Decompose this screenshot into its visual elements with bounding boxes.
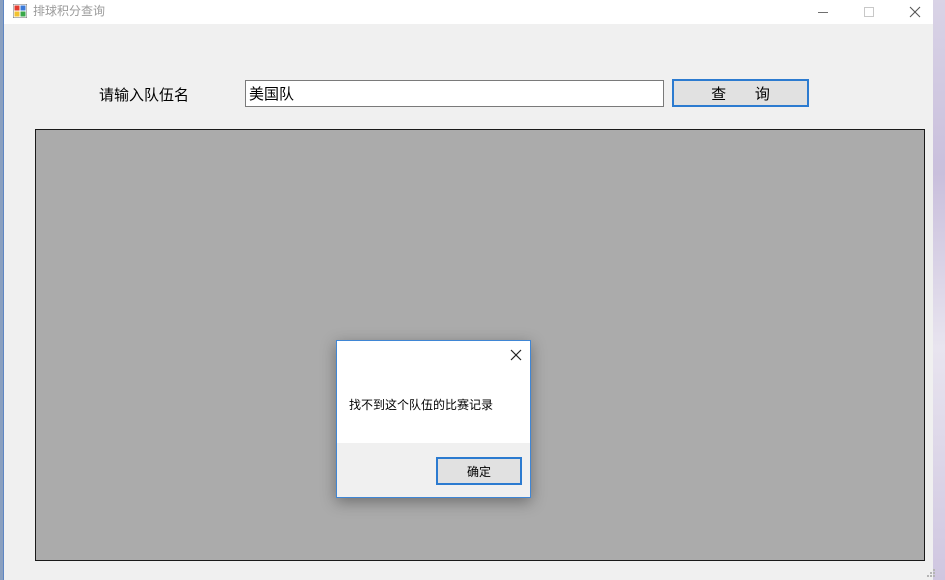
close-button[interactable]: [892, 0, 938, 24]
ok-button[interactable]: 确定: [436, 457, 522, 485]
desktop-background-right: [932, 0, 945, 580]
dialog-footer: 确定: [337, 443, 530, 497]
close-icon: [909, 6, 921, 18]
team-name-label: 请输入队伍名: [99, 86, 190, 104]
close-icon: [510, 349, 522, 361]
maximize-button[interactable]: [846, 0, 892, 24]
dialog-message: 找不到这个队伍的比赛记录: [349, 398, 494, 412]
query-button[interactable]: 查 询: [672, 79, 809, 107]
message-dialog: 找不到这个队伍的比赛记录 确定: [336, 340, 531, 498]
app-icon: [13, 4, 27, 18]
team-name-input[interactable]: [245, 80, 664, 107]
resize-grip-icon[interactable]: [926, 568, 936, 578]
maximize-icon: [864, 7, 874, 17]
title-bar[interactable]: 排球积分查询: [4, 0, 933, 24]
window-title: 排球积分查询: [33, 4, 106, 18]
dialog-close-button[interactable]: [505, 344, 527, 366]
minimize-button[interactable]: [800, 0, 846, 24]
minimize-icon: [818, 12, 828, 13]
